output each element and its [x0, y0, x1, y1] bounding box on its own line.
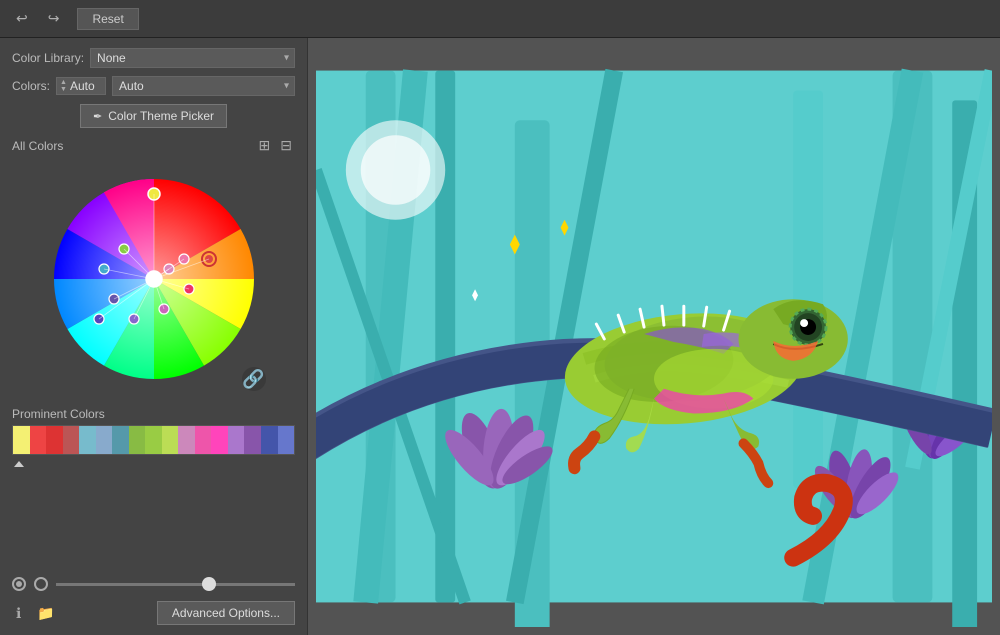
color-theme-picker-button[interactable]: ✒ Color Theme Picker — [80, 104, 227, 128]
color-swatch[interactable] — [278, 426, 295, 454]
colors-row: Colors: ▲ ▼ Auto Auto 2 3 4 5 6 — [12, 76, 295, 96]
color-library-label: Color Library: — [12, 51, 84, 65]
slider-row — [12, 577, 295, 591]
canvas-area — [308, 38, 1000, 635]
color-wheel-header: All Colors ⊞ ⊟ — [12, 136, 295, 155]
top-toolbar: ↩ ↪ Reset — [0, 0, 1000, 38]
folder-button[interactable]: 📁 — [33, 603, 58, 624]
wheel-icons: ⊞ ⊟ — [256, 136, 295, 155]
left-panel: Color Library: None Custom Pantone Color… — [0, 38, 308, 635]
color-swatch[interactable] — [162, 426, 179, 454]
link-icon[interactable]: 🔗 — [242, 367, 266, 391]
color-wheel-svg[interactable] — [34, 159, 274, 399]
colors-select[interactable]: Auto 2 3 4 5 6 — [112, 76, 295, 96]
all-colors-label: All Colors — [12, 139, 63, 153]
color-swatch[interactable] — [178, 426, 195, 454]
color-library-row: Color Library: None Custom Pantone — [12, 48, 295, 68]
color-swatch[interactable] — [30, 426, 47, 454]
colors-spinner-arrows[interactable]: ▲ ▼ — [60, 79, 67, 93]
artwork-svg — [316, 46, 992, 627]
color-swatch[interactable] — [13, 426, 30, 454]
color-swatch[interactable] — [112, 426, 129, 454]
color-swatch[interactable] — [261, 426, 278, 454]
range-slider[interactable] — [56, 583, 295, 586]
color-swatch[interactable] — [96, 426, 113, 454]
color-wheel-section: All Colors ⊞ ⊟ — [12, 136, 295, 399]
color-swatch[interactable] — [228, 426, 245, 454]
swatch-triangle-indicator — [14, 461, 24, 467]
color-swatches — [12, 425, 295, 455]
radio-unselected[interactable] — [34, 577, 48, 591]
colors-label: Colors: — [12, 79, 50, 93]
bottom-controls: ℹ 📁 Advanced Options... — [12, 577, 295, 625]
spinner-down[interactable]: ▼ — [60, 86, 67, 93]
undo-button[interactable]: ↩ — [10, 6, 34, 31]
wheel-view-btn1[interactable]: ⊞ — [256, 136, 274, 155]
prominent-colors-label: Prominent Colors — [12, 407, 295, 421]
color-swatch[interactable] — [46, 426, 63, 454]
radio-selected[interactable] — [12, 577, 26, 591]
theme-picker-label: Color Theme Picker — [108, 109, 214, 123]
artwork-container — [316, 46, 992, 627]
main-area: Color Library: None Custom Pantone Color… — [0, 38, 1000, 635]
colors-value: Auto — [70, 79, 95, 93]
color-swatch[interactable] — [79, 426, 96, 454]
info-button[interactable]: ℹ — [12, 603, 25, 624]
color-library-select[interactable]: None Custom Pantone — [90, 48, 295, 68]
reset-button[interactable]: Reset — [77, 8, 138, 30]
color-swatch[interactable] — [129, 426, 146, 454]
color-library-select-wrapper: None Custom Pantone — [90, 48, 295, 68]
prominent-colors-section: Prominent Colors — [12, 407, 295, 467]
color-wheel-container[interactable]: 🔗 — [34, 159, 274, 399]
color-swatch[interactable] — [145, 426, 162, 454]
color-swatch[interactable] — [244, 426, 261, 454]
action-bar: ℹ 📁 Advanced Options... — [12, 597, 295, 625]
redo-button[interactable]: ↪ — [42, 6, 66, 31]
colors-select-wrapper: Auto 2 3 4 5 6 — [112, 76, 295, 96]
wheel-view-btn2[interactable]: ⊟ — [277, 136, 295, 155]
color-swatch[interactable] — [195, 426, 212, 454]
color-swatch[interactable] — [63, 426, 80, 454]
theme-picker-icon: ✒ — [93, 110, 102, 123]
spinner-up[interactable]: ▲ — [60, 79, 67, 86]
advanced-options-button[interactable]: Advanced Options... — [157, 601, 295, 625]
color-swatch[interactable] — [211, 426, 228, 454]
